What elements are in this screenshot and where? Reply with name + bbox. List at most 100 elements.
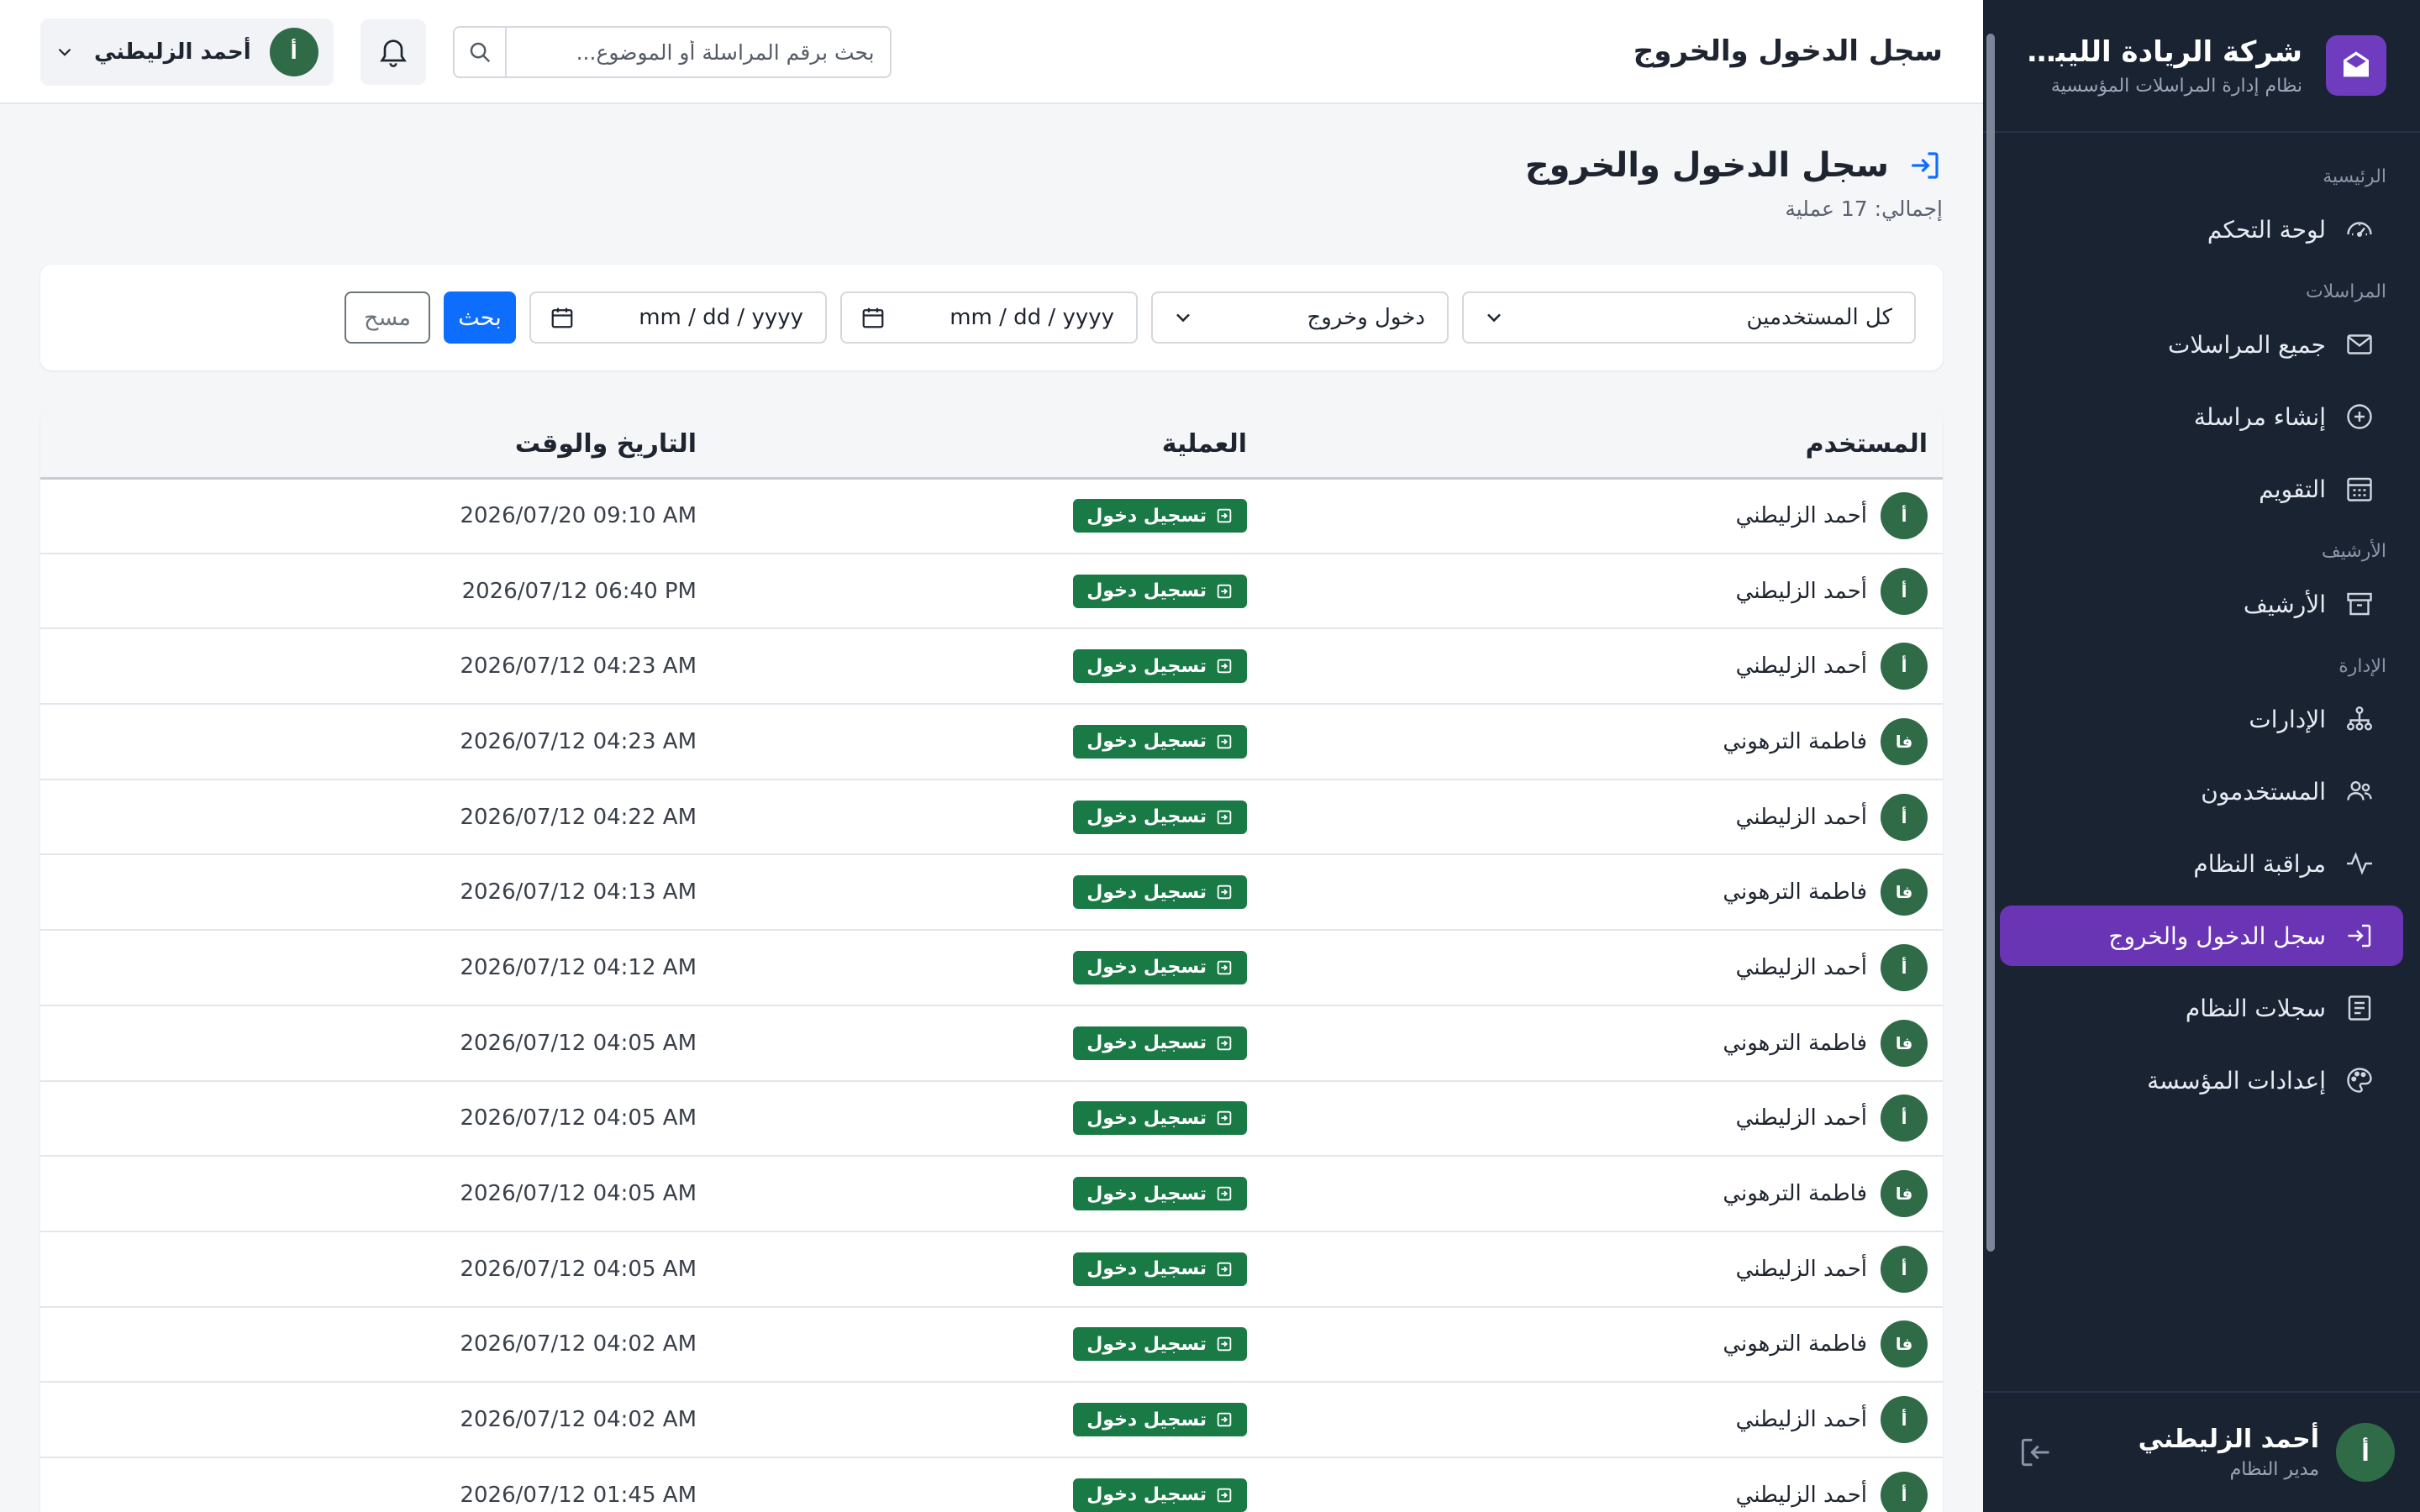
page-title: سجل الدخول والخروج: [1524, 146, 1889, 185]
type-filter-select[interactable]: دخول وخروج: [1151, 291, 1449, 344]
cell-datetime: 2026/07/12 04:05 AM: [40, 1080, 712, 1158]
brand-title: شركة الريادة الليبية للحلول: [2017, 34, 2302, 69]
user-name: أحمد الزليطني: [1735, 804, 1867, 830]
status-badge: تسجيل دخول: [1073, 574, 1247, 608]
sidebar-item-system-logs[interactable]: سجلات النظام: [2000, 978, 2403, 1038]
table-row[interactable]: أ أحمد الزليطني تسجيل دخول 2026/07/12 06:40…: [40, 553, 1943, 630]
table-row[interactable]: أ أحمد الزليطني تسجيل دخول 2026/07/12 04:12…: [40, 930, 1943, 1006]
status-badge: تسجيل دخول: [1073, 499, 1247, 533]
table-row[interactable]: أ أحمد الزليطني تسجيل دخول 2026/07/12 01:45…: [40, 1457, 1943, 1512]
cell-user: أ أحمد الزليطني: [1262, 1382, 1943, 1458]
table-row[interactable]: أ أحمد الزليطني تسجيل دخول 2026/07/12 04:05…: [40, 1080, 1943, 1158]
sidebar-item-dashboard[interactable]: لوحة التحكم: [2000, 199, 2403, 260]
sidebar-item-archive[interactable]: الأرشيف: [2000, 574, 2403, 634]
sidebar-item-label: سجلات النظام: [2185, 994, 2326, 1022]
login-icon: [1215, 1486, 1234, 1504]
cell-user: أ أحمد الزليطني: [1262, 1080, 1943, 1158]
table-row[interactable]: فا فاطمة الترهوني تسجيل دخول 2026/07/12 04:…: [40, 854, 1943, 932]
table-row[interactable]: أ أحمد الزليطني تسجيل دخول 2026/07/12 04:02…: [40, 1382, 1943, 1458]
top-header: سجل الدخول والخروج أحمد الزليطني أ: [0, 0, 1983, 104]
table-row[interactable]: أ أحمد الزليطني تسجيل دخول 2026/07/20 09:10…: [40, 478, 1943, 554]
table-header-row: المستخدم العملية التاريخ والوقت: [40, 411, 1943, 480]
chevron-down-icon: [1482, 306, 1506, 329]
cell-user: فا فاطمة الترهوني: [1262, 1306, 1943, 1383]
cell-datetime: 2026/07/12 04:12 AM: [40, 930, 712, 1006]
operation-label: تسجيل دخول: [1086, 1032, 1207, 1054]
avatar: أ: [2336, 1423, 2395, 1482]
table-row[interactable]: أ أحمد الزليطني تسجيل دخول 2026/07/12 04:05…: [40, 1231, 1943, 1308]
cell-operation: تسجيل دخول: [712, 854, 1262, 932]
date-to-input[interactable]: mm / dd / yyyy: [529, 291, 827, 344]
cell-operation: تسجيل دخول: [712, 478, 1262, 554]
table-row[interactable]: فا فاطمة الترهوني تسجيل دخول 2026/07/12 04:…: [40, 1005, 1943, 1082]
archive-icon: [2344, 589, 2375, 619]
sidebar-item-label: جميع المراسلات: [2167, 330, 2326, 359]
cell-user: أ أحمد الزليطني: [1262, 478, 1943, 554]
date-to-placeholder: mm / dd / yyyy: [639, 305, 803, 330]
cell-user: فا فاطمة الترهوني: [1262, 704, 1943, 780]
user-name: أحمد الزليطني: [1735, 1407, 1867, 1433]
cell-datetime: 2026/07/12 04:22 AM: [40, 779, 712, 856]
sidebar-scrollbar[interactable]: [1986, 34, 1995, 1252]
operation-label: تسجيل دخول: [1086, 1107, 1207, 1129]
cell-operation: تسجيل دخول: [712, 1457, 1262, 1512]
sidebar-item-users[interactable]: المستخدمون: [2000, 761, 2403, 822]
sidebar-item-label: سجل الدخول والخروج: [2108, 921, 2326, 950]
login-icon: [1215, 1335, 1234, 1353]
avatar: أ: [1881, 1471, 1928, 1512]
avatar: أ: [1881, 492, 1928, 540]
cell-operation: تسجيل دخول: [712, 1382, 1262, 1458]
table-row[interactable]: فا فاطمة الترهوني تسجيل دخول 2026/07/12 04:…: [40, 1156, 1943, 1232]
chevron-down-icon: [54, 41, 76, 63]
table-row[interactable]: أ أحمد الزليطني تسجيل دخول 2026/07/12 04:22…: [40, 779, 1943, 856]
user-name: فاطمة الترهوني: [1723, 1331, 1867, 1357]
cell-user: أ أحمد الزليطني: [1262, 1231, 1943, 1308]
sidebar-item-calendar[interactable]: التقويم: [2000, 459, 2403, 519]
clear-filter-button[interactable]: مسح: [345, 291, 430, 344]
sidebar-item-label: الأرشيف: [2243, 590, 2326, 618]
search-button[interactable]: [455, 28, 507, 76]
header-user-name: أحمد الزليطني: [94, 39, 251, 65]
table-row[interactable]: أ أحمد الزليطني تسجيل دخول 2026/07/12 04:23…: [40, 628, 1943, 706]
cell-user: فا فاطمة الترهوني: [1262, 1156, 1943, 1232]
logout-icon[interactable]: [2017, 1434, 2054, 1471]
user-filter-select[interactable]: كل المستخدمين: [1462, 291, 1916, 344]
user-name: أحمد الزليطني: [1735, 1256, 1867, 1282]
search-filter-button[interactable]: بحث: [444, 291, 516, 344]
sidebar-item-login-log[interactable]: سجل الدخول والخروج: [2000, 906, 2403, 966]
calendar-icon: [2344, 474, 2375, 504]
user-name: فاطمة الترهوني: [1723, 728, 1867, 754]
table-row[interactable]: فا فاطمة الترهوني تسجيل دخول 2026/07/12 04:…: [40, 1306, 1943, 1383]
sidebar-item-org-settings[interactable]: إعدادات المؤسسة: [2000, 1050, 2403, 1110]
table-row[interactable]: فا فاطمة الترهوني تسجيل دخول 2026/07/12 04:…: [40, 704, 1943, 780]
date-from-input[interactable]: mm / dd / yyyy: [840, 291, 1138, 344]
search-input[interactable]: [506, 28, 890, 76]
user-menu-button[interactable]: أحمد الزليطني أ: [40, 18, 334, 86]
user-name: أحمد الزليطني: [1735, 954, 1867, 980]
cell-operation: تسجيل دخول: [712, 1306, 1262, 1383]
sidebar-item-all-correspondence[interactable]: جميع المراسلات: [2000, 314, 2403, 375]
avatar: فا: [1881, 869, 1928, 916]
login-icon: [1215, 507, 1234, 525]
header-actions: أحمد الزليطني أ: [40, 18, 892, 86]
notifications-button[interactable]: [360, 19, 426, 85]
sidebar-item-system-monitoring[interactable]: مراقبة النظام: [2000, 833, 2403, 894]
user-name: أحمد الزليطني: [1735, 1105, 1867, 1131]
user-name: أحمد الزليطني: [1735, 1482, 1867, 1508]
status-badge: تسجيل دخول: [1073, 649, 1247, 684]
cell-user: فا فاطمة الترهوني: [1262, 854, 1943, 932]
sidebar-item-departments[interactable]: الإدارات: [2000, 689, 2403, 749]
sidebar: شركة الريادة الليبية للحلول نظام إدارة ا…: [1983, 0, 2420, 1512]
brand-subtitle: نظام إدارة المراسلات المؤسسية: [2050, 75, 2302, 97]
user-name: فاطمة الترهوني: [1723, 879, 1867, 906]
calendar-icon[interactable]: [550, 305, 575, 330]
login-icon: [1215, 732, 1234, 751]
sidebar-item-create-correspondence[interactable]: إنشاء مراسلة: [2000, 386, 2403, 447]
nav-section-admin: الإدارة: [2338, 656, 2386, 677]
avatar: فا: [1881, 717, 1928, 765]
calendar-icon[interactable]: [860, 305, 886, 330]
login-icon: [1215, 1034, 1234, 1053]
cell-operation: تسجيل دخول: [712, 1080, 1262, 1158]
cell-operation: تسجيل دخول: [712, 1156, 1262, 1232]
status-badge: تسجيل دخول: [1073, 1403, 1247, 1437]
